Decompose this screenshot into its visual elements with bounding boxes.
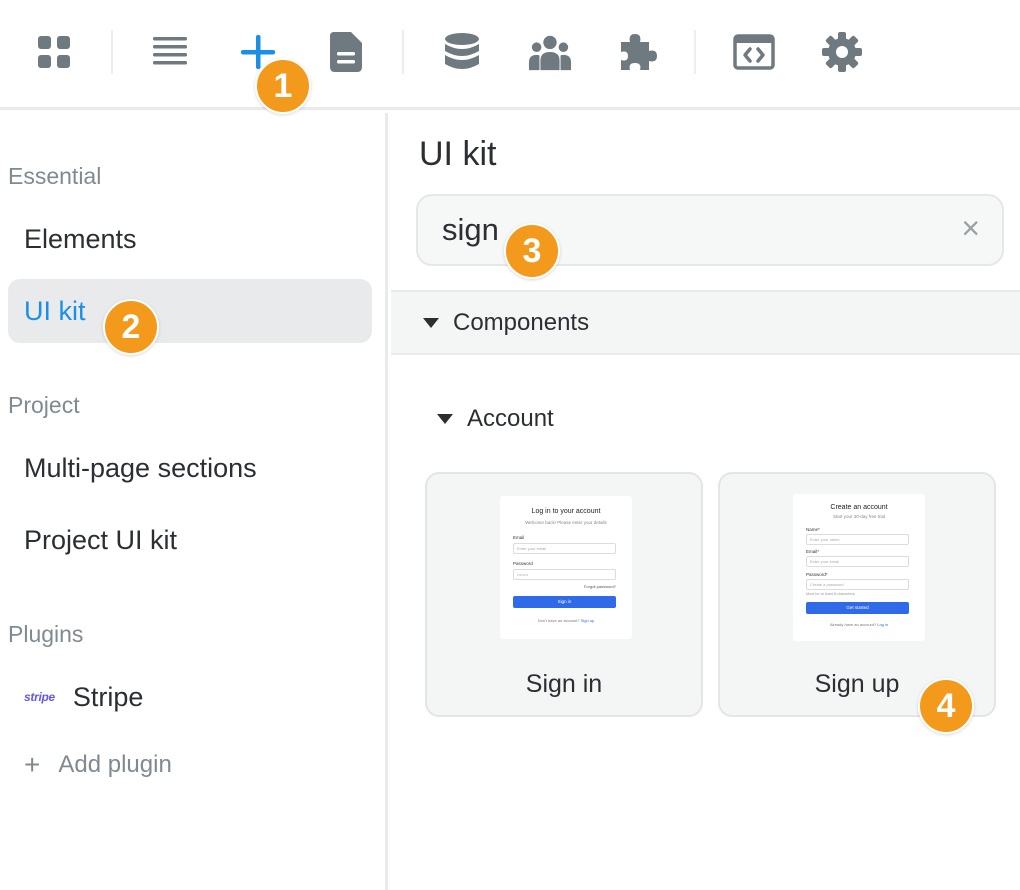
preview-name-label: Name* — [806, 527, 820, 532]
preview-get-started-button: Get started — [806, 602, 909, 614]
preview-sign-in-button: Sign in — [513, 596, 616, 608]
preview-password-hint: Must be at least 8 characters — [806, 592, 855, 596]
preview-email-input: Enter your email — [806, 556, 909, 567]
toolbar-divider — [694, 30, 696, 74]
section-label-essential: Essential — [8, 163, 102, 189]
section-label-plugins: Plugins — [8, 621, 84, 647]
preview-footer-link: Sign up — [580, 618, 595, 623]
preview-subtitle: Welcome back! Please enter your details — [525, 520, 607, 525]
step-badge-3: 3 — [504, 223, 560, 279]
sidebar-item-stripe[interactable]: stripe Stripe — [8, 665, 372, 729]
preview-password-label: Password* — [806, 572, 828, 577]
stripe-logo: stripe — [24, 690, 55, 704]
database-icon[interactable] — [440, 28, 484, 76]
caret-down-icon — [423, 317, 439, 328]
sign-up-preview: Create an account Start your 30-day free… — [793, 494, 925, 641]
components-label: Components — [453, 308, 590, 336]
preview-name-input: Enter your name — [806, 534, 909, 545]
preview-password-input: •••••••• — [513, 569, 616, 580]
preview-password-label: Password — [513, 561, 533, 566]
document-icon[interactable] — [324, 28, 368, 76]
plus-icon: + — [24, 749, 41, 780]
add-plugin-label: Add plugin — [58, 751, 172, 778]
preview-subtitle: Start your 30-day free trial — [832, 514, 886, 519]
preview-password-input: Create a password — [806, 579, 909, 590]
components-section-toggle[interactable]: Components — [391, 290, 1020, 355]
preview-footer: Don't have an account? Sign up — [500, 618, 632, 623]
preview-footer-link: Log in — [877, 622, 889, 627]
sidebar-item-project-ui-kit[interactable]: Project UI kit — [8, 508, 372, 572]
preview-footer: Already have an account? Log in — [793, 622, 925, 627]
sign-in-preview: Log in to your account Welcome back! Ple… — [500, 496, 632, 639]
toolbar-divider — [111, 30, 113, 74]
ui-kit-panel: UI kit × Components Account Log in to yo… — [391, 113, 1020, 890]
puzzle-icon[interactable] — [616, 28, 660, 76]
code-icon[interactable] — [732, 28, 776, 76]
preview-email-input: Enter your email — [513, 543, 616, 554]
step-badge-2: 2 — [103, 299, 159, 355]
panel-title: UI kit — [419, 135, 497, 173]
preview-title: Log in to your account — [531, 508, 601, 515]
component-card-sign-in[interactable]: Log in to your account Welcome back! Ple… — [425, 472, 703, 717]
account-group-toggle[interactable]: Account — [437, 405, 554, 433]
sidebar-item-elements[interactable]: Elements — [8, 207, 372, 271]
caret-down-icon — [437, 414, 453, 424]
preview-title: Create an account — [830, 504, 888, 511]
gear-icon[interactable] — [820, 28, 864, 76]
grid-icon[interactable] — [32, 28, 76, 76]
step-badge-4: 4 — [918, 678, 974, 734]
list-icon[interactable] — [148, 28, 192, 76]
section-label-project: Project — [8, 392, 80, 418]
card-label: Sign in — [525, 670, 603, 698]
users-icon[interactable] — [528, 28, 572, 76]
top-toolbar — [0, 0, 1020, 110]
add-plugin-button[interactable]: + Add plugin — [24, 751, 172, 779]
preview-forgot-link: Forgot password? — [583, 584, 616, 589]
preview-email-label: Email* — [806, 549, 820, 554]
preview-email-label: Email — [513, 535, 525, 540]
sidebar-item-label: Stripe — [72, 681, 144, 712]
sidebar: Essential Elements UI kit Project Multi-… — [0, 113, 388, 890]
preview-footer-text: Already have an account? — [829, 622, 877, 627]
toolbar-divider — [402, 30, 404, 74]
account-label: Account — [467, 405, 554, 432]
step-badge-1: 1 — [255, 58, 311, 114]
sidebar-item-multi-page-sections[interactable]: Multi-page sections — [8, 436, 372, 500]
sidebar-item-ui-kit[interactable]: UI kit — [8, 279, 372, 343]
clear-icon[interactable]: × — [961, 212, 980, 244]
preview-footer-text: Don't have an account? — [537, 618, 580, 623]
